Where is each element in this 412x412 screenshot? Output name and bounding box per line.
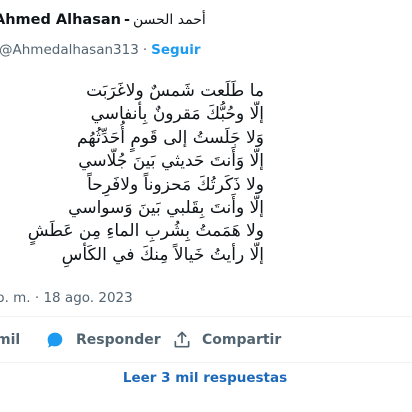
tweet-timestamp[interactable]: p. m. · 18 ago. 2023 (0, 290, 133, 306)
share-button[interactable]: Compartir (172, 325, 281, 355)
like-count-button[interactable]: mil (0, 325, 20, 355)
author-name-line[interactable]: Ahmed Alhasan - أحمد الحسن (0, 12, 206, 28)
follow-button[interactable]: Seguir (151, 42, 200, 58)
tweet-header: Ahmed Alhasan - أحمد الحسن @Ahmedalhasan31… (0, 12, 412, 62)
read-replies-label: Leer 3 mil respuestas (122, 370, 288, 386)
reply-button[interactable]: Responder (44, 325, 161, 355)
divider (0, 362, 412, 363)
like-count: mil (0, 332, 21, 348)
tweet-line: ولا هَمَمتُ بِشُربِ الماءِ مِن عَطَشٍ (27, 221, 264, 242)
tweet-line: ما طَلَعت شَمسٌ ولاغَرَبَت (86, 81, 264, 101)
author-name[interactable]: Ahmed Alhasan (0, 12, 121, 28)
name-separator: - (123, 12, 130, 28)
tweet-line: إلّا وحُبُّكَ مَقرونٌ بِأنفاسي (90, 104, 264, 125)
tweet-line: إلّا وَأَنتَ حَديثي بَينَ جُلّاسي (78, 151, 264, 172)
share-label: Compartir (202, 332, 282, 348)
read-replies-link[interactable]: Leer 3 mil respuestas (0, 370, 412, 386)
tweet-line: إلّا رأيتُ خَيالاً مِنكَ في الكَأسِ (61, 244, 264, 265)
tweet-line: ولا ذَكَرتُكَ مَحزوناً ولافَرِحاً (87, 174, 264, 195)
reply-bubble-icon (44, 329, 66, 351)
reply-label: Responder (76, 332, 161, 348)
author-handle[interactable]: @Ahmedalhasan313 (0, 42, 139, 58)
divider (0, 316, 412, 317)
tweet-line: إلّا وأَنتَ بِقَلبي بَينَ وَسواسي (68, 198, 264, 219)
handle-separator: · (142, 42, 148, 58)
share-upload-icon (172, 330, 192, 350)
author-name-arabic[interactable]: أحمد الحسن (133, 12, 206, 28)
handle-line: @Ahmedalhasan313 · Seguir (0, 42, 201, 58)
tweet-line: وَلا جَلَستُ إلى قَومٍ أُحَدِّثُهُم (76, 127, 264, 148)
tweet-text: ما طَلَعت شَمسٌ ولاغَرَبَت إلّا وحُبُّكَ… (0, 80, 264, 267)
action-bar: mil Responder Compartir (0, 325, 412, 355)
